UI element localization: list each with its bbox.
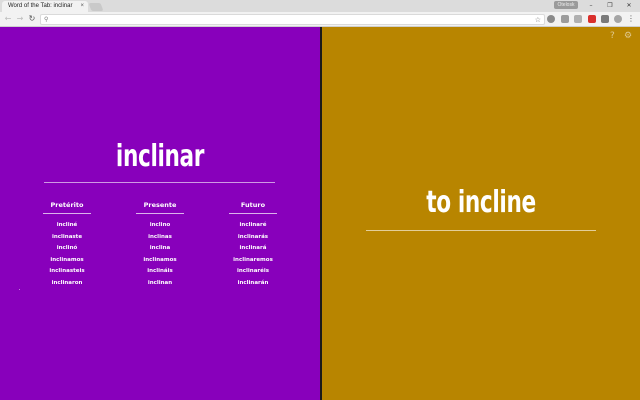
- profile-badge[interactable]: Otelosk: [554, 1, 578, 9]
- conjugation-form: inclinaré: [239, 222, 267, 228]
- conjugation-column-presente: Presente inclino inclinas inclina inclin…: [130, 201, 190, 289]
- tense-underline: [136, 213, 184, 214]
- conjugation-form: incliné: [56, 222, 78, 228]
- conjugation-form: inclinamos: [50, 256, 84, 263]
- browser-tab-active[interactable]: Word of the Tab: inclinar ×: [2, 1, 88, 12]
- bookmark-star-icon[interactable]: ☆: [535, 15, 541, 25]
- conjugation-form: inclinamos: [143, 256, 177, 263]
- new-tab-page: inclinar Pretérito incliné inclinaste in…: [0, 27, 640, 400]
- decorative-dot: [19, 289, 20, 290]
- conjugation-form: inclinaréis: [236, 268, 270, 274]
- settings-gear-icon[interactable]: ⚙: [624, 31, 632, 41]
- forward-arrow-icon[interactable]: →: [14, 13, 26, 25]
- conjugation-form: inclinaste: [51, 233, 83, 240]
- restore-button[interactable]: ❐: [600, 0, 620, 11]
- window-close-button[interactable]: ✕: [619, 0, 639, 11]
- tab-close-icon[interactable]: ×: [80, 1, 84, 12]
- conjugation-form: inclino: [149, 222, 171, 228]
- extension-icon-3[interactable]: [574, 15, 582, 23]
- english-translation: to incline: [426, 185, 536, 220]
- minimize-button[interactable]: –: [581, 0, 601, 11]
- translation-underline: [366, 230, 596, 231]
- conjugation-form: inclináis: [147, 268, 173, 274]
- tense-heading: Presente: [143, 201, 177, 209]
- conjugation-form: inclina: [149, 245, 171, 251]
- conjugation-column-futuro: Futuro inclinaré inclinarás inclinará in…: [223, 201, 283, 289]
- spanish-word: inclinar: [115, 139, 205, 174]
- conjugation-form: inclinasteis: [49, 268, 85, 274]
- extension-icon-1[interactable]: [547, 15, 555, 23]
- conjugation-form: inclinaron: [51, 279, 83, 286]
- conjugation-form: inclinan: [147, 279, 173, 286]
- tab-strip: Word of the Tab: inclinar × Otelosk – ❐ …: [0, 0, 640, 12]
- conjugation-form: inclinarás: [237, 233, 269, 240]
- english-panel: to incline ? ⚙: [322, 27, 640, 400]
- conjugation-form: inclinas: [148, 233, 172, 240]
- new-tab-button[interactable]: [88, 3, 104, 11]
- back-arrow-icon[interactable]: ←: [2, 13, 14, 25]
- tab-title: Word of the Tab: inclinar: [8, 3, 73, 9]
- tense-underline: [43, 213, 91, 214]
- conjugation-form: inclinó: [56, 245, 78, 251]
- search-icon: ⚲: [44, 16, 49, 23]
- extension-icon-6[interactable]: [614, 15, 622, 23]
- extension-icon-2[interactable]: [561, 15, 569, 23]
- browser-menu-icon[interactable]: ⋮: [627, 13, 635, 25]
- browser-toolbar: ← → ↻ ⚲ ☆ ⋮: [0, 12, 640, 27]
- extension-icon-4[interactable]: [588, 15, 596, 23]
- tense-heading: Futuro: [240, 201, 266, 209]
- reload-icon[interactable]: ↻: [26, 13, 38, 25]
- word-underline: [44, 182, 275, 183]
- extension-icon-5[interactable]: [601, 15, 609, 23]
- tense-heading: Pretérito: [50, 201, 84, 209]
- tense-underline: [229, 213, 277, 214]
- conjugation-form: inclinará: [239, 245, 267, 251]
- conjugation-form: inclinarán: [237, 279, 269, 286]
- spanish-panel: inclinar Pretérito incliné inclinaste in…: [0, 27, 320, 400]
- address-bar[interactable]: ⚲ ☆: [40, 14, 545, 25]
- conjugation-form: inclinaremos: [233, 256, 273, 263]
- help-icon[interactable]: ?: [610, 31, 615, 41]
- conjugation-column-preterito: Pretérito incliné inclinaste inclinó inc…: [37, 201, 97, 289]
